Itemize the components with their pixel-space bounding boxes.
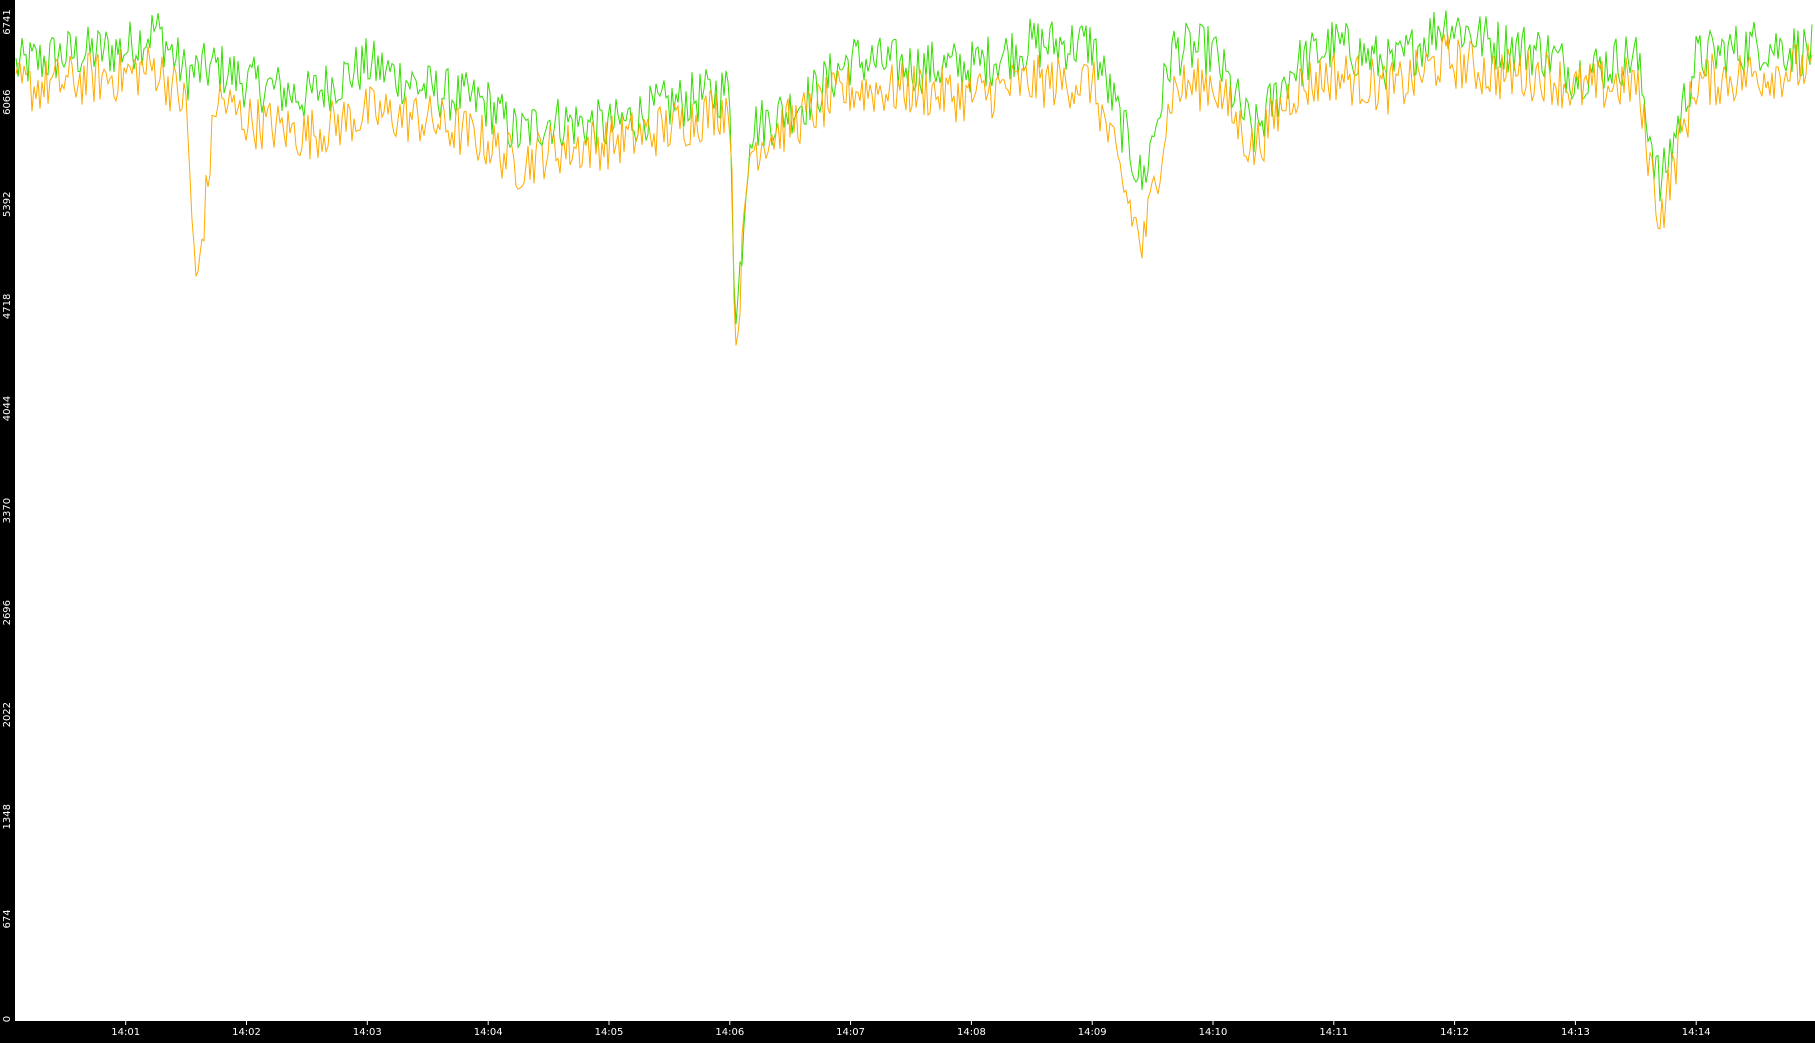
x-tick-label: 14:01 <box>111 1027 140 1038</box>
plot-background <box>15 0 1815 1021</box>
y-tick-label: 5392 <box>2 192 13 217</box>
y-tick-label: 3370 <box>2 498 13 523</box>
y-tick-label: 1348 <box>2 804 13 829</box>
chart-container: 14:01 14:02 14:03 14:04 14:05 14:06 14:07 14:08… <box>0 0 1815 1039</box>
x-tick-label: 14:05 <box>595 1027 624 1038</box>
y-tick-label: 674 <box>2 909 13 928</box>
x-tick-label: 14:08 <box>957 1027 986 1038</box>
x-tick-label: 14:03 <box>353 1027 382 1038</box>
y-axis: 0 674 1348 2022 2696 3370 4044 4718 5392 6066 6741 <box>2 9 13 1022</box>
x-axis: 14:01 14:02 14:03 14:04 14:05 14:06 14:07 14:08… <box>111 1021 1711 1038</box>
x-tick-label: 14:12 <box>1440 1027 1469 1038</box>
y-tick-label: 4718 <box>2 294 13 319</box>
x-tick-label: 14:14 <box>1682 1027 1711 1038</box>
x-tick-label: 14:13 <box>1561 1027 1590 1038</box>
y-tick-label: 2022 <box>2 702 13 727</box>
y-tick-label: 6066 <box>2 89 13 114</box>
x-tick-label: 14:09 <box>1078 1027 1107 1038</box>
x-tick-label: 14:02 <box>232 1027 261 1038</box>
x-tick-label: 14:11 <box>1319 1027 1348 1038</box>
x-tick-label: 14:06 <box>715 1027 744 1038</box>
x-tick-label: 14:07 <box>836 1027 865 1038</box>
y-tick-label: 2696 <box>2 600 13 625</box>
x-tick-label: 14:10 <box>1199 1027 1228 1038</box>
x-tick-label: 14:04 <box>474 1027 503 1038</box>
y-tick-label: 6741 <box>2 9 13 34</box>
y-tick-label: 0 <box>2 1016 13 1022</box>
y-tick-label: 4044 <box>2 396 13 421</box>
line-chart: 14:01 14:02 14:03 14:04 14:05 14:06 14:07 14:08… <box>2 0 1815 1038</box>
